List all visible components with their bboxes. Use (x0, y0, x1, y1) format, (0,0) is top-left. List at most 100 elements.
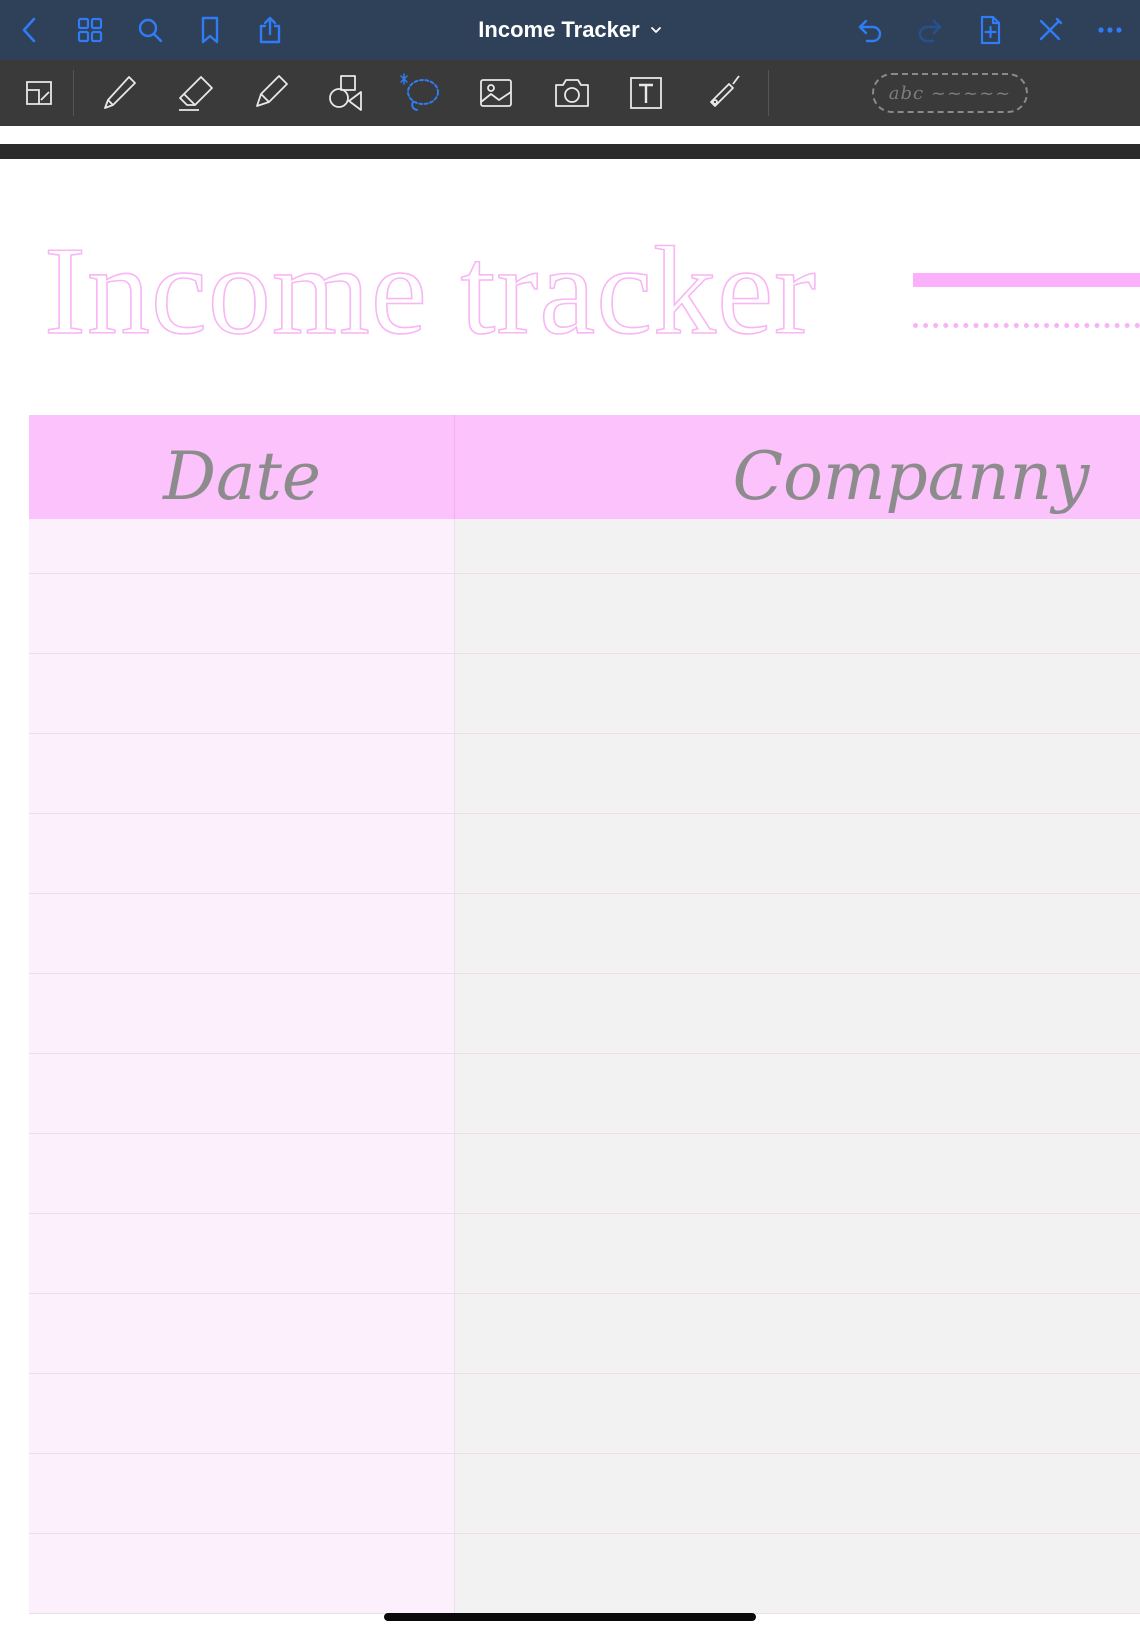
company-cell[interactable] (455, 814, 1140, 893)
page-gap (0, 126, 1140, 144)
date-cell[interactable] (29, 519, 455, 573)
company-cell[interactable] (455, 654, 1140, 733)
thumbnails-grid-icon (77, 17, 103, 43)
table-row (29, 814, 1140, 894)
company-cell[interactable] (455, 894, 1140, 973)
shapes-icon (329, 75, 362, 111)
highlighter-icon (256, 75, 288, 107)
lasso-icon (400, 73, 439, 111)
table-header: Date Companny (29, 415, 1140, 519)
thumbnails-button[interactable] (70, 10, 110, 50)
laser-pointer-icon (710, 75, 740, 107)
zoom-box-icon (26, 81, 52, 105)
date-cell[interactable] (29, 814, 455, 893)
date-cell[interactable] (29, 574, 455, 653)
home-indicator (384, 1613, 756, 1621)
title-decoration-dots (913, 323, 1140, 328)
date-cell[interactable] (29, 1134, 455, 1213)
company-cell[interactable] (455, 1134, 1140, 1213)
page-top-edge (0, 144, 1140, 159)
table-row (29, 734, 1140, 814)
column-header-company: Companny (732, 438, 1090, 515)
table-row (29, 1214, 1140, 1294)
eraser-icon (179, 76, 213, 111)
page-title: Income tracker (43, 222, 818, 361)
pen-off-button[interactable] (1030, 10, 1070, 50)
undo-button[interactable] (850, 10, 890, 50)
company-cell[interactable] (455, 974, 1140, 1053)
chevron-down-icon (650, 27, 661, 33)
add-page-icon (980, 15, 1001, 45)
text-icon (630, 77, 662, 109)
back-button[interactable] (10, 10, 50, 50)
image-icon (480, 79, 512, 107)
image-tool[interactable] (472, 70, 520, 116)
highlighter-tool[interactable] (248, 70, 296, 116)
table-row (29, 574, 1140, 654)
table-row (29, 654, 1140, 734)
text-tool[interactable] (622, 70, 670, 116)
date-cell[interactable] (29, 1294, 455, 1373)
column-header-date: Date (163, 438, 321, 515)
company-cell[interactable] (455, 519, 1140, 573)
drawing-toolbar: abc ~~~~~ (0, 60, 1140, 126)
company-cell[interactable] (455, 734, 1140, 813)
company-cell[interactable] (455, 1214, 1140, 1293)
share-button[interactable] (250, 10, 290, 50)
laser-pointer-tool[interactable] (698, 70, 746, 116)
company-cell[interactable] (455, 574, 1140, 653)
search-icon (138, 18, 163, 43)
company-cell[interactable] (455, 1374, 1140, 1453)
pen-tool[interactable] (96, 70, 144, 116)
date-cell[interactable] (29, 1214, 455, 1293)
document-title-menu[interactable]: Income Tracker (478, 17, 661, 43)
redo-icon (918, 19, 942, 43)
date-cell[interactable] (29, 654, 455, 733)
shapes-tool[interactable] (322, 70, 370, 116)
redo-button[interactable] (910, 10, 950, 50)
date-cell[interactable] (29, 1534, 455, 1613)
camera-icon (555, 79, 589, 107)
table-row (29, 519, 1140, 574)
date-cell[interactable] (29, 894, 455, 973)
eraser-tool[interactable] (172, 70, 220, 116)
date-cell[interactable] (29, 1374, 455, 1453)
document-title: Income Tracker (478, 17, 640, 42)
table-body (29, 519, 1140, 1614)
search-button[interactable] (130, 10, 170, 50)
company-cell[interactable] (455, 1534, 1140, 1613)
table-row (29, 1374, 1140, 1454)
share-icon (259, 16, 281, 44)
table-row (29, 894, 1140, 974)
zoom-box-tool[interactable] (16, 70, 64, 116)
table-row (29, 1454, 1140, 1534)
company-cell[interactable] (455, 1454, 1140, 1533)
camera-tool[interactable] (548, 70, 596, 116)
lasso-tool[interactable] (396, 70, 444, 116)
bookmark-button[interactable] (190, 10, 230, 50)
handwriting-ink-pill[interactable]: abc ~~~~~ (872, 73, 1028, 113)
bookmark-icon (201, 16, 219, 44)
notebook-page[interactable]: Income tracker Date Companny (0, 159, 1140, 1632)
toolbar-divider (73, 70, 74, 116)
undo-icon (858, 19, 882, 43)
table-row (29, 1294, 1140, 1374)
more-icon (1098, 27, 1122, 33)
top-navigation-bar: Income Tracker (0, 0, 1140, 60)
income-table: Date Companny (29, 415, 1140, 1614)
more-button[interactable] (1090, 10, 1130, 50)
date-cell[interactable] (29, 734, 455, 813)
date-cell[interactable] (29, 974, 455, 1053)
table-row (29, 1054, 1140, 1134)
company-cell[interactable] (455, 1054, 1140, 1133)
add-page-button[interactable] (970, 10, 1010, 50)
table-row (29, 974, 1140, 1054)
toolbar-divider (768, 70, 769, 116)
date-cell[interactable] (29, 1454, 455, 1533)
table-row (29, 1534, 1140, 1614)
table-row (29, 1134, 1140, 1214)
company-cell[interactable] (455, 1294, 1140, 1373)
ink-pill-label: abc ~~~~~ (888, 82, 1012, 104)
back-chevron-icon (22, 17, 36, 43)
date-cell[interactable] (29, 1054, 455, 1133)
